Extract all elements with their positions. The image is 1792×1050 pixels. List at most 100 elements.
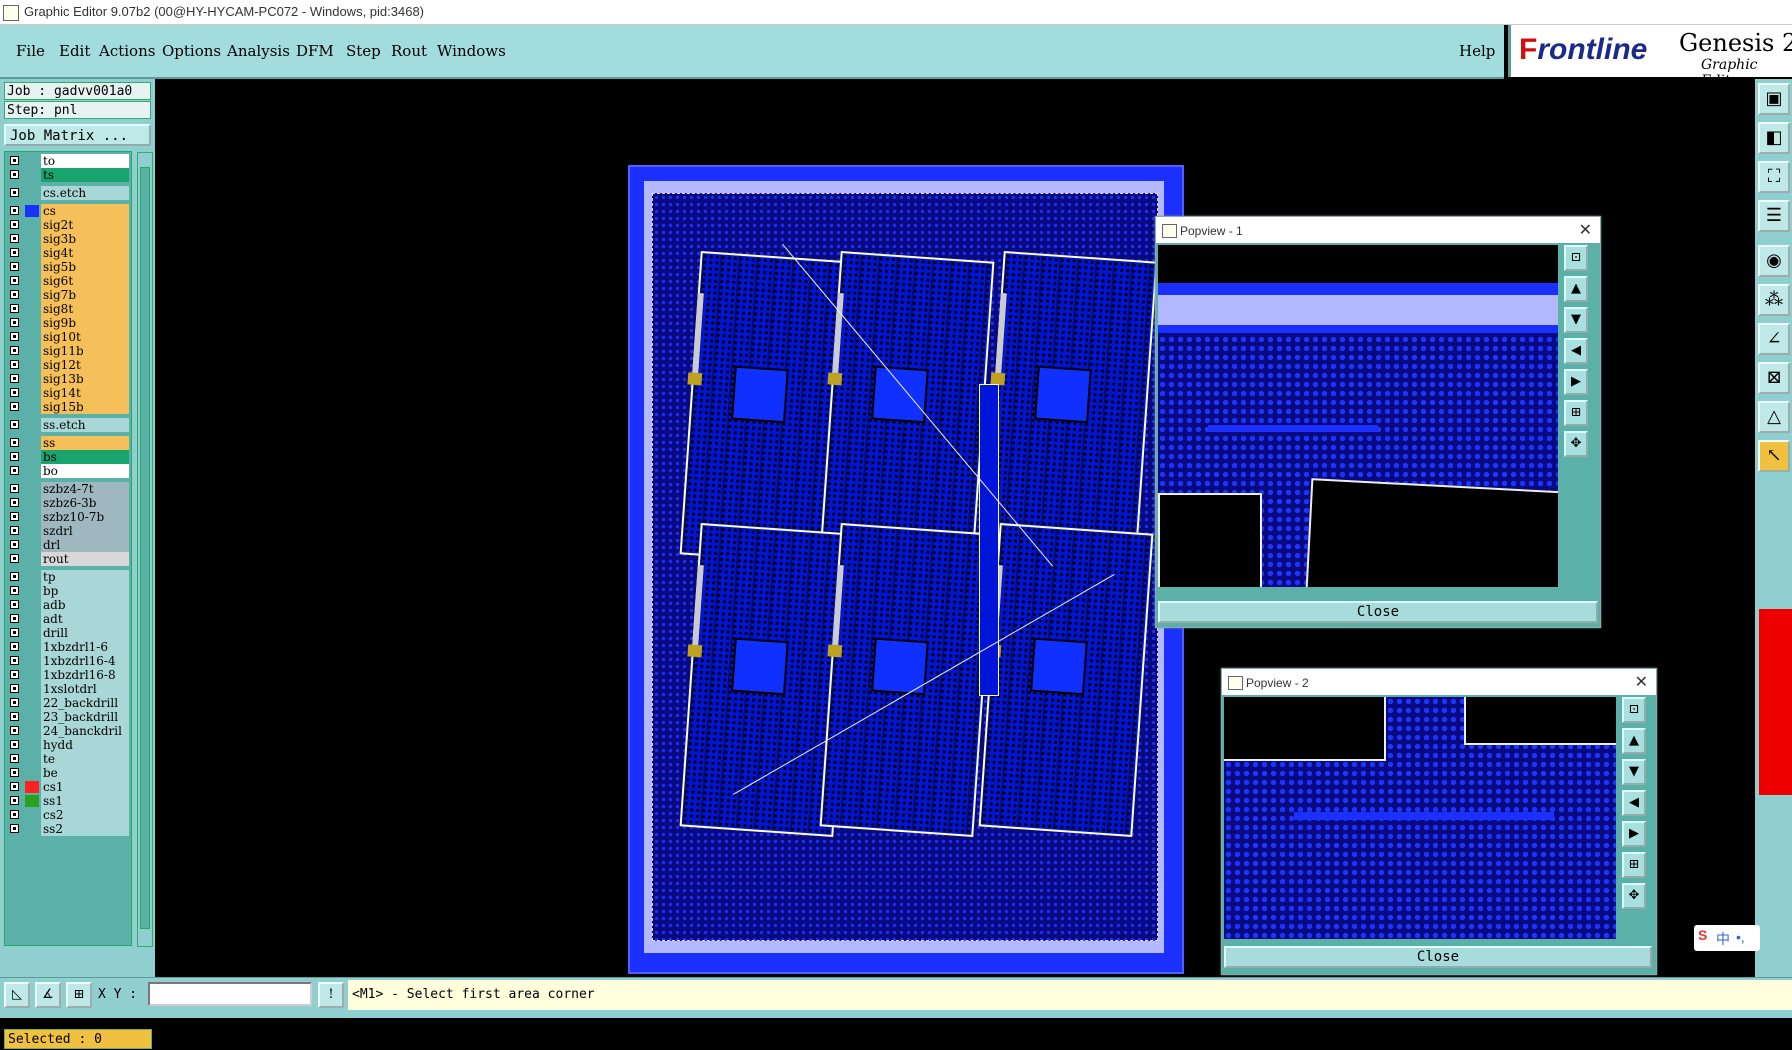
layer-name[interactable]: 22_backdrill [41,696,129,710]
layer-checkbox[interactable] [10,670,19,679]
close-icon[interactable]: ✕ [1579,220,1592,240]
layer-color-swatch[interactable] [25,303,39,315]
layer-row-bs[interactable]: bs [5,450,131,464]
menu-windows[interactable]: Windows [437,42,506,60]
layer-checkbox[interactable] [10,234,19,243]
layer-name[interactable]: 24_banckdril [41,724,129,738]
layer-color-swatch[interactable] [25,155,39,167]
layer-checkbox[interactable] [10,572,19,581]
layer-name[interactable]: drill [41,626,129,640]
job-matrix-button[interactable]: Job Matrix ... [4,124,151,146]
layer-color-swatch[interactable] [25,725,39,737]
menu-rout[interactable]: Rout [391,42,427,60]
layer-name[interactable]: sig4t [41,246,129,260]
layer-checkbox[interactable] [10,712,19,721]
layer-checkbox[interactable] [10,276,19,285]
layer-color-swatch[interactable] [25,261,39,273]
zoom-fit-icon[interactable]: ⊡ [1622,697,1646,723]
popview-2-titlebar[interactable]: Popview - 2 ✕ [1222,669,1656,695]
layer-color-swatch[interactable] [25,753,39,765]
layer-name[interactable]: cs [41,204,129,218]
layer-color-swatch[interactable] [25,387,39,399]
layer-checkbox[interactable] [10,554,19,563]
ime-indicator[interactable]: S 中 •, [1694,925,1760,951]
layer-color-swatch[interactable] [25,451,39,463]
layer-color-swatch[interactable] [25,641,39,653]
pan-up-icon[interactable]: ▲ [1622,728,1646,754]
layer-name[interactable]: szbz6-3b [41,496,129,510]
layer-checkbox[interactable] [10,388,19,397]
layer-name[interactable]: to [41,154,129,168]
layer-color-swatch[interactable] [25,169,39,181]
layer-color-swatch[interactable] [25,233,39,245]
layer-checkbox[interactable] [10,540,19,549]
layer-name[interactable]: szdrl [41,524,129,538]
layer-checkbox[interactable] [10,782,19,791]
layer-name[interactable]: sig7b [41,288,129,302]
layer-checkbox[interactable] [10,374,19,383]
zoom-out-icon[interactable]: ✥ [1564,431,1588,457]
zoom-in-icon[interactable]: ⊞ [1564,400,1588,426]
info-icon[interactable]: ! [318,982,344,1008]
layer-color-swatch[interactable] [25,419,39,431]
layer-color-swatch[interactable] [25,613,39,625]
layer-checkbox[interactable] [10,438,19,447]
menu-options[interactable]: Options [162,42,221,60]
layers-icon[interactable]: ☰ [1758,200,1790,232]
layer-row-tp[interactable]: tp [5,570,131,584]
menu-step[interactable]: Step [346,42,381,60]
layer-checkbox[interactable] [10,248,19,257]
layer-checkbox[interactable] [10,824,19,833]
layer-color-swatch[interactable] [25,275,39,287]
layer-color-swatch[interactable] [25,655,39,667]
layer-checkbox[interactable] [10,290,19,299]
layer-checkbox[interactable] [10,684,19,693]
layer-name[interactable]: 23_backdrill [41,710,129,724]
menu-analysis[interactable]: Analysis [227,42,290,60]
layer-color-swatch[interactable] [25,553,39,565]
layer-checkbox[interactable] [10,170,19,179]
layer-checkbox[interactable] [10,498,19,507]
layer-row-to[interactable]: to [5,154,131,168]
layer-color-swatch[interactable] [25,585,39,597]
layer-color-swatch[interactable] [25,683,39,695]
layer-checkbox[interactable] [10,768,19,777]
layer-checkbox[interactable] [10,262,19,271]
layer-checkbox[interactable] [10,420,19,429]
layer-name[interactable]: sig15b [41,400,129,414]
layer-name[interactable]: szbz10-7b [41,510,129,524]
layer-color-swatch[interactable] [25,669,39,681]
net-icon[interactable]: ⁂ [1758,284,1790,316]
layer-row-sig6t[interactable]: sig6t [5,274,131,288]
layer-row-szbz4-7t[interactable]: szbz4-7t [5,482,131,496]
layer-row-cs[interactable]: cs [5,204,131,218]
pcb-panel[interactable] [628,165,1184,974]
layer-row-ss[interactable]: ss [5,436,131,450]
layer-name[interactable]: ss1 [41,794,129,808]
layer-list-scrollbar[interactable] [137,152,153,947]
window-icon[interactable]: ◧ [1758,122,1790,154]
menu-help[interactable]: Help [1459,42,1495,60]
layer-row-drill[interactable]: drill [5,626,131,640]
close-icon[interactable]: ✕ [1635,672,1648,692]
layer-color-swatch[interactable] [25,809,39,821]
layer-name[interactable]: adt [41,612,129,626]
pan-down-icon[interactable]: ▼ [1622,759,1646,785]
layer-color-swatch[interactable] [25,767,39,779]
layer-row-ss2[interactable]: ss2 [5,822,131,836]
layer-color-swatch[interactable] [25,627,39,639]
triangle-icon[interactable]: △ [1758,401,1790,433]
measure-icon[interactable]: ∠ [1758,323,1790,355]
layer-name[interactable]: sig11b [41,344,129,358]
layer-checkbox[interactable] [10,484,19,493]
pan-left-icon[interactable]: ◀ [1564,338,1588,364]
layer-name[interactable]: 1xbzdrl16-8 [41,668,129,682]
layer-row-1xbzdrl16-8[interactable]: 1xbzdrl16-8 [5,668,131,682]
layer-checkbox[interactable] [10,318,19,327]
zoom-out-icon[interactable]: ✥ [1622,883,1646,909]
layer-row-szbz6-3b[interactable]: szbz6-3b [5,496,131,510]
layer-checkbox[interactable] [10,740,19,749]
layer-row-cs.etch[interactable]: cs.etch [5,186,131,200]
layer-name[interactable]: sig12t [41,358,129,372]
layer-row-sig11b[interactable]: sig11b [5,344,131,358]
